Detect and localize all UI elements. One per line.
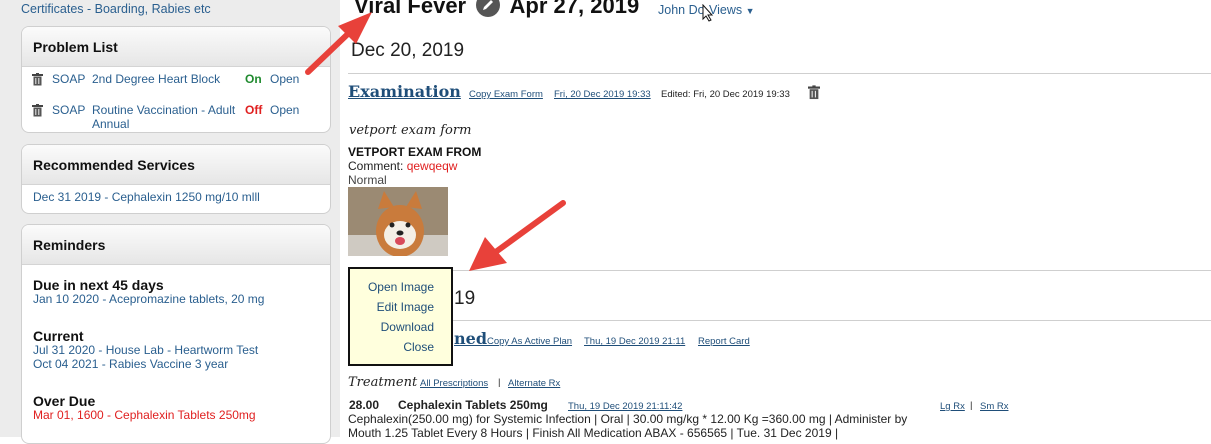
problem-flag-on[interactable]: On [245,72,262,86]
problem-name[interactable]: Routine Vaccination - Adult Annual [92,103,242,131]
exam-comment: Comment: qewqeqw [348,159,457,173]
recommended-services-title: Recommended Services [22,145,330,185]
exam-form-heading: VETPORT EXAM FROM [348,145,482,159]
report-card-link[interactable]: Report Card [698,336,750,347]
problem-flag-off[interactable]: Off [245,103,262,117]
page-title: Viral Fever Apr 27, 2019 [354,0,639,19]
reminder-item[interactable]: Jan 10 2020 - Acepromazine tablets, 20 m… [33,292,264,306]
image-context-menu: Open Image Edit Image Download Close [348,267,453,366]
exam-date-link[interactable]: Fri, 20 Dec 2019 19:33 [554,89,651,100]
alternate-rx-link[interactable]: Alternate Rx [508,378,560,389]
lg-rx-link[interactable]: Lg Rx [940,401,965,412]
exam-normal-text: Normal [348,173,387,187]
mouse-cursor-icon [702,4,714,22]
rx-date-link[interactable]: Thu, 19 Dec 2019 21:11:42 [568,401,682,412]
trash-icon[interactable] [808,85,820,100]
problem-row[interactable]: SOAP 2nd Degree Heart Block On Open [32,72,322,92]
rx-quantity: 28.00 [349,398,380,412]
certificates-link[interactable]: Certificates - Boarding, Rabies etc [21,2,211,16]
close-menu-item[interactable]: Close [403,340,434,354]
link-separator: | [498,377,501,388]
exam-form-name: vetport exam form [349,123,472,138]
problem-list-title: Problem List [22,27,330,67]
caret-down-icon[interactable]: ▼ [746,6,755,16]
comment-value: qewqeqw [406,159,458,173]
divider [348,320,1211,321]
rx-description: Cephalexin(250.00 mg) for Systemic Infec… [348,412,908,440]
case-date: Apr 27, 2019 [509,0,640,18]
copy-exam-form-link[interactable]: Copy Exam Form [469,89,543,100]
problem-status[interactable]: Open [270,103,299,117]
plan-date-link[interactable]: Thu, 19 Dec 2019 21:11 [584,336,685,347]
record-date-partial: 19 [454,288,476,309]
link-separator: | [970,400,973,411]
rx-drug-name: Cephalexin Tablets 250mg [398,398,548,412]
divider [348,73,1211,74]
reminders-current-heading: Current [33,328,84,344]
problem-row[interactable]: SOAP Routine Vaccination - Adult Annual … [32,103,322,132]
sm-rx-link[interactable]: Sm Rx [980,401,1009,412]
reminder-item[interactable]: Jul 31 2020 - House Lab - Heartworm Test [33,343,258,357]
exam-edited-text: Edited: Fri, 20 Dec 2019 19:33 [661,89,790,100]
download-menu-item[interactable]: Download [381,320,434,334]
recommended-services-panel: Recommended Services Dec 31 2019 - Cepha… [21,144,331,214]
user-link[interactable]: John Do [658,3,705,17]
annotation-arrow-icon [305,12,372,75]
problem-name[interactable]: 2nd Degree Heart Block [92,72,242,86]
reminders-panel: Reminders Due in next 45 days Jan 10 202… [21,224,331,444]
reminders-overdue-heading: Over Due [33,393,96,409]
comment-label: Comment: [348,159,404,173]
problem-type[interactable]: SOAP [52,103,85,117]
edit-image-menu-item[interactable]: Edit Image [377,300,434,314]
problem-list-panel: Problem List SOAP 2nd Degree Heart Block… [21,26,331,133]
annotation-arrow-icon [469,200,566,271]
examination-title[interactable]: Examination [348,82,461,101]
reminders-due-heading: Due in next 45 days [33,277,164,293]
treatment-heading: Treatment [348,375,418,390]
views-dropdown[interactable]: Views ▼ [709,3,755,17]
problem-status[interactable]: Open [270,72,299,86]
problem-type[interactable]: SOAP [52,72,85,86]
edit-pencil-icon[interactable] [476,0,501,18]
trash-icon[interactable] [32,73,43,86]
open-image-menu-item[interactable]: Open Image [368,280,434,294]
trash-icon[interactable] [32,104,43,117]
plan-title-partial[interactable]: ned [454,329,487,348]
reminders-title: Reminders [22,225,330,265]
reminder-item[interactable]: Oct 04 2021 - Rabies Vaccine 3 year [33,357,228,371]
copy-active-plan-link[interactable]: Copy As Active Plan [487,336,572,347]
service-item[interactable]: Dec 31 2019 - Cephalexin 1250 mg/10 mlll [33,190,260,204]
left-sidebar: Certificates - Boarding, Rabies etc Prob… [0,0,340,444]
dog-photo-thumbnail[interactable] [348,187,448,256]
reminder-item-overdue[interactable]: Mar 01, 1600 - Cephalexin Tablets 250mg [33,408,256,422]
all-prescriptions-link[interactable]: All Prescriptions [420,378,488,389]
